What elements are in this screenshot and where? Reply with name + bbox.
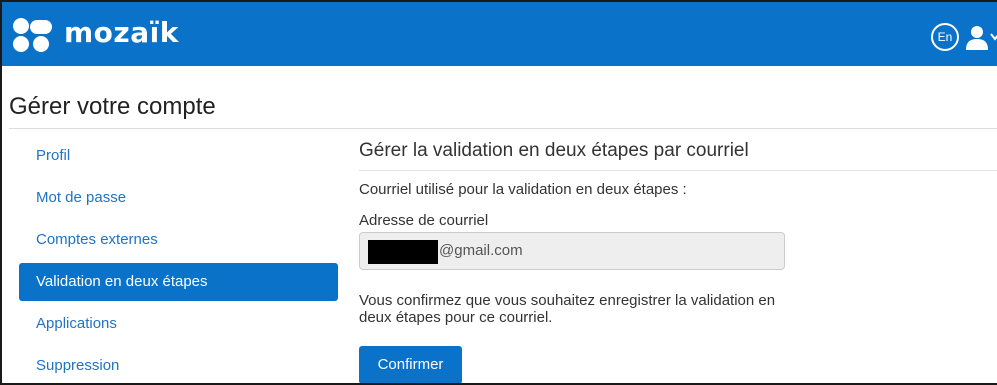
user-icon[interactable] <box>964 24 990 50</box>
account-sidebar: Profil Mot de passe Comptes externes Val… <box>19 137 338 383</box>
sidebar-item-profil[interactable]: Profil <box>19 137 338 175</box>
page-title: Gérer votre compte <box>9 93 216 120</box>
sidebar-item-applications[interactable]: Applications <box>19 305 338 343</box>
brand-name[interactable]: mozaïk <box>64 16 179 49</box>
email-value: @gmail.com <box>439 242 523 259</box>
sidebar-item-comptes-externes[interactable]: Comptes externes <box>19 221 338 259</box>
section-title: Gérer la validation en deux étapes par c… <box>359 140 749 161</box>
sidebar-item-suppression[interactable]: Suppression <box>19 347 338 383</box>
section-description: Courriel utilisé pour la validation en d… <box>359 181 687 198</box>
app-window: mozaïk En Gérer votre compte Profil Mot … <box>0 0 997 385</box>
top-navbar: mozaïk En <box>2 2 997 66</box>
chevron-down-icon[interactable] <box>990 33 997 41</box>
title-divider <box>9 128 997 129</box>
sidebar-item-mot-de-passe[interactable]: Mot de passe <box>19 179 338 217</box>
confirm-message: Vous confirmez que vous souhaitez enregi… <box>359 292 776 326</box>
mozaik-logo-icon[interactable] <box>11 16 59 54</box>
section-divider <box>359 170 997 171</box>
sidebar-item-validation-deux-etapes[interactable]: Validation en deux étapes <box>19 263 338 301</box>
language-button[interactable]: En <box>931 23 959 51</box>
email-field: @gmail.com <box>359 232 785 270</box>
redacted-text <box>368 240 438 264</box>
email-field-label: Adresse de courriel <box>359 212 489 229</box>
confirm-button[interactable]: Confirmer <box>359 346 462 383</box>
